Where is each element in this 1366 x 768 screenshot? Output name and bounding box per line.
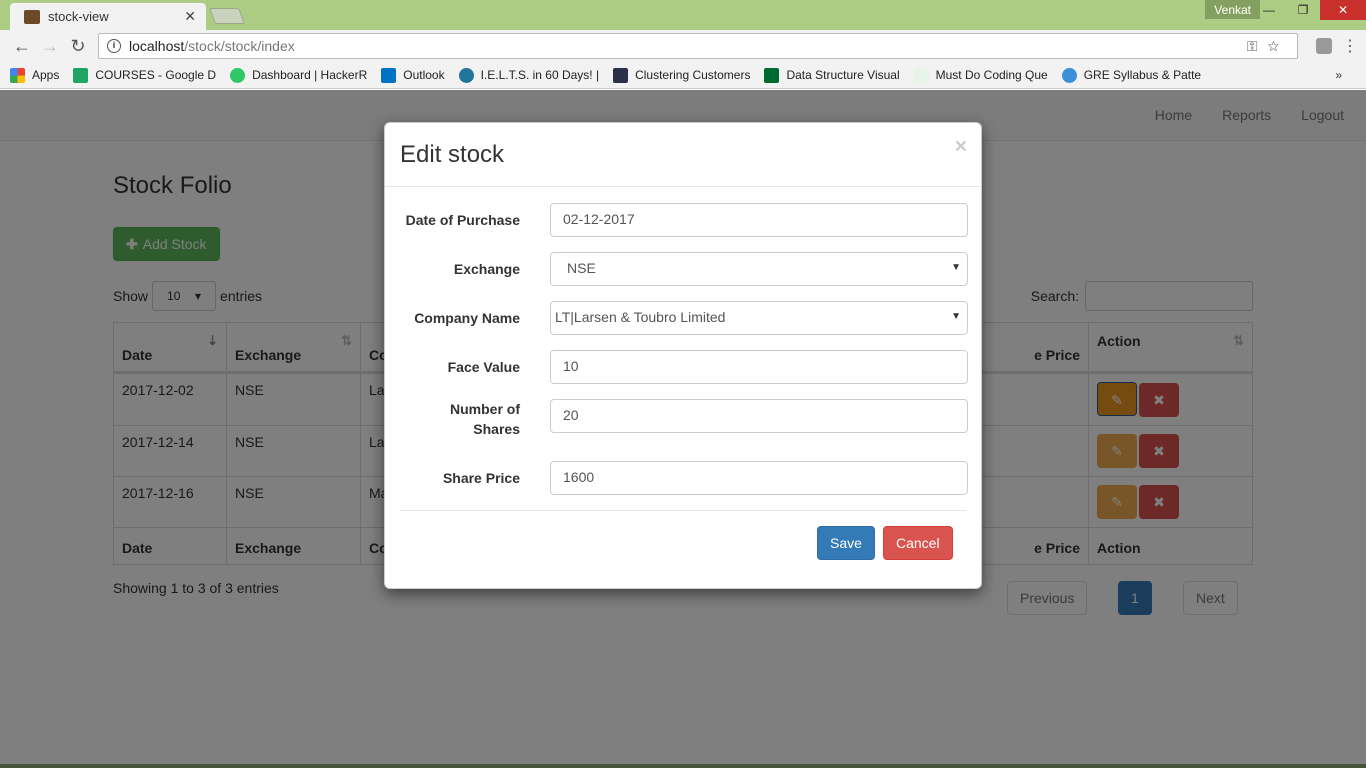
- face-value-label: Face Value: [447, 359, 520, 375]
- outlook-icon: [381, 67, 397, 83]
- reload-icon[interactable]: ↻: [64, 36, 92, 57]
- new-tab-button[interactable]: [209, 8, 245, 24]
- usf-icon: [764, 67, 780, 83]
- modal-title: Edit stock: [400, 141, 505, 168]
- browser-tabstrip: stock-view ✕ Venkat — ❐ ✕: [0, 0, 1366, 30]
- globe-icon: [1061, 67, 1077, 83]
- bull-favicon-icon: [24, 9, 40, 24]
- edit-stock-modal: Edit stock × Date of Purchase 02-12-2017 …: [384, 122, 982, 589]
- forward-icon[interactable]: →: [36, 36, 64, 57]
- company-name-select[interactable]: LT|Larsen & Toubro Limited ▼: [550, 301, 968, 335]
- face-value-input[interactable]: 10: [550, 350, 968, 384]
- exchange-label: Exchange: [453, 261, 520, 277]
- date-of-purchase-input[interactable]: 02-12-2017: [550, 203, 968, 237]
- bookmark[interactable]: Outlook: [381, 67, 445, 83]
- date-label: Date of Purchase: [405, 212, 520, 228]
- url-path: /stock/stock/index: [184, 38, 295, 54]
- extension-icon[interactable]: [1316, 38, 1332, 54]
- apps-grid-icon: [10, 67, 25, 83]
- wordpress-icon: [458, 67, 474, 83]
- bookmark[interactable]: Apps: [10, 67, 59, 83]
- share-price-input[interactable]: 1600: [550, 461, 968, 495]
- save-button[interactable]: Save: [817, 526, 875, 560]
- exchange-select[interactable]: NSE ▼: [550, 252, 968, 286]
- back-icon[interactable]: ←: [8, 36, 36, 57]
- chevron-down-icon: ▼: [951, 262, 961, 273]
- bookmark[interactable]: Dashboard | HackerR: [230, 67, 367, 83]
- bookmark[interactable]: Data Structure Visual: [764, 67, 900, 83]
- bookmark[interactable]: Clustering Customers: [613, 67, 750, 83]
- close-icon[interactable]: ×: [955, 135, 967, 159]
- bookmarks-bar: Apps COURSES - Google D Dashboard | Hack…: [0, 62, 1366, 89]
- chevron-down-icon: ▼: [951, 311, 961, 322]
- share-price-label: Share Price: [442, 470, 520, 486]
- close-window-icon[interactable]: ✕: [1320, 0, 1366, 20]
- cancel-button[interactable]: Cancel: [883, 526, 953, 560]
- bookmark[interactable]: Must Do Coding Que: [913, 67, 1048, 83]
- h-icon: [613, 67, 629, 83]
- modal-divider: [400, 510, 966, 511]
- browser-tab[interactable]: stock-view ✕: [10, 3, 206, 30]
- close-tab-icon[interactable]: ✕: [184, 8, 196, 25]
- restore-icon[interactable]: ❐: [1286, 0, 1320, 20]
- company-label: Company Name: [414, 310, 520, 326]
- geeksforgeeks-icon: [913, 67, 929, 83]
- minimize-icon[interactable]: —: [1252, 0, 1286, 20]
- menu-icon[interactable]: ⋮: [1342, 36, 1358, 56]
- google-drive-icon: [73, 67, 89, 83]
- browser-toolbar: ← → ↻ i localhost/stock/stock/index ⚿☆ ⋮: [0, 30, 1366, 62]
- shares-label: Number of Shares: [450, 401, 520, 437]
- bookmark[interactable]: COURSES - Google D: [73, 67, 216, 83]
- address-bar[interactable]: i localhost/stock/stock/index ⚿☆: [98, 33, 1298, 59]
- hackerrank-icon: [230, 67, 246, 83]
- number-of-shares-input[interactable]: 20: [550, 399, 968, 433]
- taskbar: [0, 764, 1366, 768]
- bookmark[interactable]: GRE Syllabus & Patte: [1061, 67, 1201, 83]
- bookmark[interactable]: I.E.L.T.S. in 60 Days! |: [458, 67, 599, 83]
- tab-title: stock-view: [48, 9, 109, 24]
- key-star-icons[interactable]: ⚿☆: [1247, 38, 1289, 55]
- more-bookmarks-icon[interactable]: »: [1335, 68, 1342, 82]
- url-host: localhost: [129, 38, 185, 54]
- info-icon[interactable]: i: [107, 39, 121, 53]
